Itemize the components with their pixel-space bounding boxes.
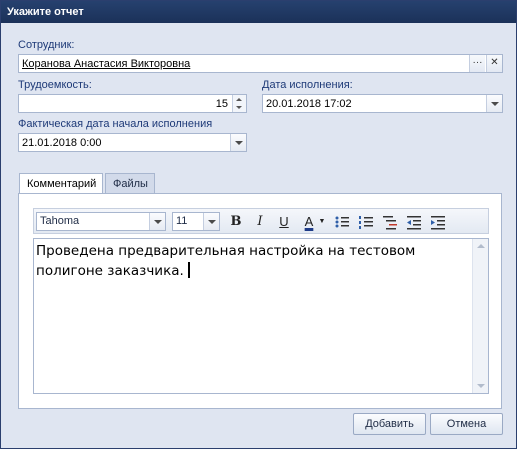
actual-start-input[interactable]: 21.01.2018 0:00: [18, 133, 247, 152]
font-size-select[interactable]: 11: [172, 212, 220, 231]
font-family-value: Tahoma: [40, 215, 80, 227]
font-color-button[interactable]: A: [300, 213, 318, 231]
due-date-label: Дата исполнения:: [262, 79, 353, 91]
due-date-value: 20.01.2018 17:02: [266, 98, 352, 110]
report-dialog: Укажите отчет Сотрудник: Коранова Анаста…: [0, 0, 517, 449]
cancel-button[interactable]: Отмена: [430, 413, 503, 435]
tab-comment[interactable]: Комментарий: [19, 173, 103, 195]
effort-spinner[interactable]: [232, 95, 246, 112]
underline-button[interactable]: U: [275, 213, 293, 231]
comment-panel: Tahoma 11 B I U A ▼ Проведена предварите…: [18, 193, 502, 409]
size-dropdown-icon[interactable]: [203, 213, 219, 230]
font-dropdown-icon[interactable]: [149, 213, 165, 230]
employee-field[interactable]: Коранова Анастасия Викторовна ··· ✕: [18, 54, 503, 73]
bold-button[interactable]: B: [227, 213, 245, 231]
font-family-select[interactable]: Tahoma: [36, 212, 166, 231]
comment-text[interactable]: Проведена предварительная настройка на т…: [36, 243, 415, 279]
spin-up-icon[interactable]: [236, 98, 242, 101]
tab-files[interactable]: Файлы: [105, 173, 155, 194]
due-date-dropdown-icon[interactable]: [486, 95, 502, 112]
comment-editor[interactable]: Проведена предварительная настройка на т…: [33, 238, 489, 394]
effort-value: 15: [215, 98, 228, 110]
spin-down-icon[interactable]: [236, 106, 242, 109]
editor-scrollbar[interactable]: [472, 239, 488, 393]
bullet-list-icon[interactable]: [333, 213, 351, 231]
employee-label: Сотрудник:: [18, 39, 75, 51]
actual-start-dropdown-icon[interactable]: [230, 134, 246, 151]
actual-start-value: 21.01.2018 0:00: [22, 137, 102, 149]
browse-employee-button[interactable]: ···: [469, 55, 485, 72]
actual-start-label: Фактическая дата начала исполнения: [18, 118, 213, 130]
scroll-up-icon[interactable]: [477, 244, 485, 248]
dialog-title: Укажите отчет: [1, 1, 516, 23]
effort-input[interactable]: 15: [18, 94, 247, 113]
scroll-down-icon[interactable]: [477, 384, 485, 388]
add-button[interactable]: Добавить: [353, 413, 426, 435]
clear-employee-button[interactable]: ✕: [486, 55, 502, 72]
employee-value[interactable]: Коранова Анастасия Викторовна: [22, 58, 190, 70]
increase-indent-icon[interactable]: [429, 213, 447, 231]
italic-button[interactable]: I: [251, 213, 269, 231]
effort-label: Трудоемкость:: [18, 79, 92, 91]
due-date-input[interactable]: 20.01.2018 17:02: [262, 94, 503, 113]
font-size-value: 11: [176, 215, 188, 227]
text-caret: [187, 262, 190, 278]
format-toolbar: Tahoma 11 B I U A ▼: [33, 208, 489, 234]
decrease-indent-icon[interactable]: [405, 213, 423, 231]
color-dropdown-icon[interactable]: ▼: [318, 213, 326, 231]
multilevel-list-icon[interactable]: [381, 213, 399, 231]
numbered-list-icon[interactable]: [357, 213, 375, 231]
